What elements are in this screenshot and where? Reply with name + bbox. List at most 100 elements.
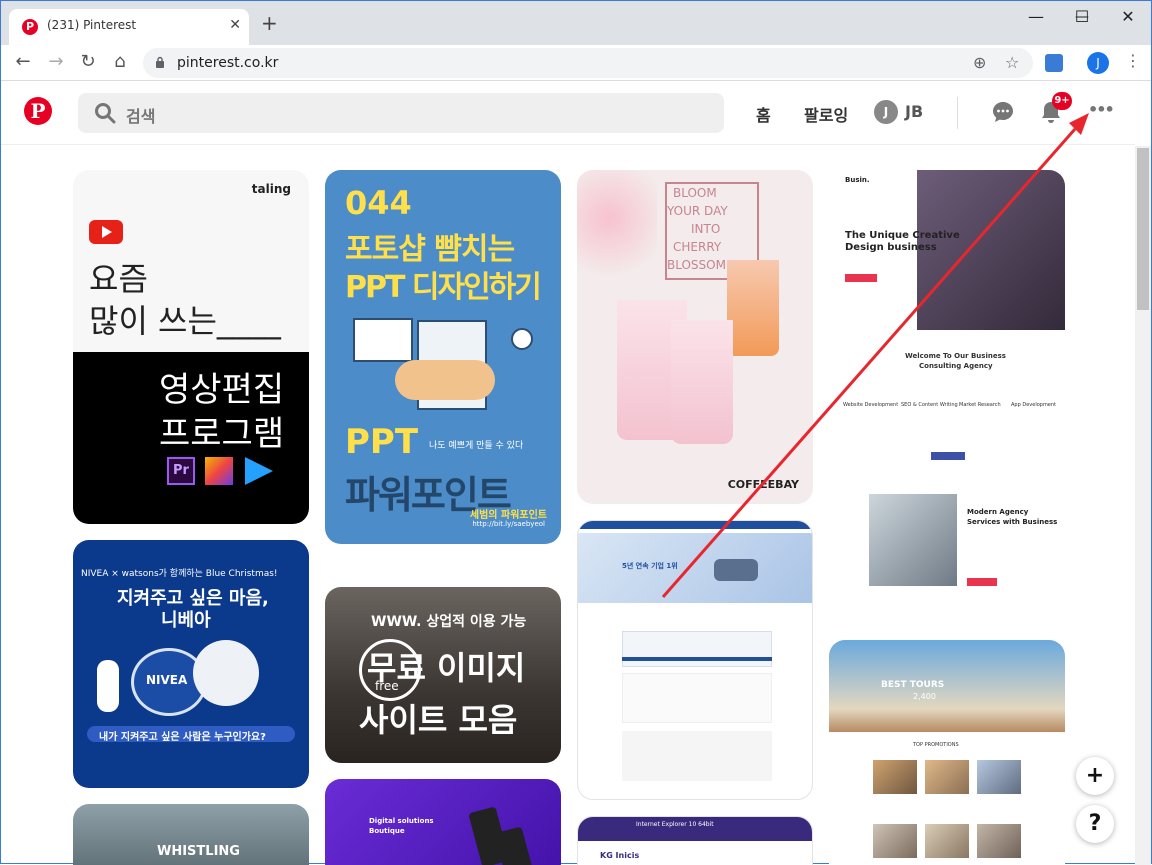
pin-headline2: Design business <box>845 242 937 253</box>
coffee-cup-illustration <box>511 328 533 350</box>
cherry-drink-illustration-2 <box>671 320 733 444</box>
blossom-decoration <box>577 170 657 290</box>
scrollbar-thumb[interactable] <box>1137 148 1149 310</box>
maximize-icon[interactable]: ☐ <box>1059 7 1105 26</box>
pin-corporate-website[interactable]: 5년 연속 기업 1위 <box>577 520 813 800</box>
home-icon[interactable]: ⌂ <box>108 51 132 72</box>
pin-video-editing[interactable]: taling 요즘 많이 쓰는____ 영상편집 프로그램 Pr <box>73 170 309 524</box>
service-1: Website Development <box>843 402 899 408</box>
discover-button <box>845 274 877 282</box>
messages-icon[interactable] <box>991 100 1015 124</box>
search-input[interactable]: 검색 <box>78 93 724 133</box>
close-window-icon[interactable]: ✕ <box>1105 7 1151 26</box>
add-pin-button[interactable]: + <box>1076 757 1114 795</box>
site-hero <box>578 533 812 603</box>
pin-brand: Busin. <box>845 176 870 184</box>
pin-top: WWW. 상업적 이용 가능 <box>371 614 527 630</box>
pin-line3: INTO <box>691 222 721 236</box>
site-divider <box>622 657 772 661</box>
snowman-illustration <box>97 660 119 712</box>
promo-photo-3 <box>977 760 1021 794</box>
pin-section: TOP PROMOTIONS <box>913 742 959 748</box>
hero-photo <box>917 170 1065 330</box>
pin-welcome2: Consulting Agency <box>919 362 993 370</box>
user-avatar[interactable]: J <box>874 100 898 124</box>
pinterest-favicon-icon: P <box>22 19 38 35</box>
pin-line1: BLOOM <box>673 186 717 200</box>
pin-footer-small: http://bit.ly/saebyeol <box>472 520 545 528</box>
pin-ppt-design[interactable]: 044 포토샵 뺨치는 PPT 디자인하기 PPT 나도 예쁘게 만들 수 있다… <box>325 170 561 544</box>
pin-price: 2,400 <box>913 692 936 701</box>
promo-photo-5 <box>925 824 969 858</box>
pin-title: Internet Explorer 10 64bit <box>636 821 714 828</box>
close-tab-icon[interactable]: ✕ <box>229 17 241 33</box>
back-arrow-icon[interactable]: ← <box>11 51 35 72</box>
service-2: SEO & Content Writing <box>901 402 958 408</box>
forward-arrow-icon[interactable]: → <box>44 51 68 72</box>
pin-title1: Digital solutions <box>369 817 434 825</box>
nivea-cream-open <box>193 640 259 706</box>
nav-home[interactable]: 홈 <box>756 102 771 126</box>
pin-footer: 세범의 파워포인트 <box>469 510 547 521</box>
pin-feed: taling 요즘 많이 쓰는____ 영상편집 프로그램 Pr 044 포토샵… <box>1 146 1135 865</box>
pin-cherry-blossom[interactable]: BLOOM YOUR DAY INTO CHERRY BLOSSOM COFFE… <box>577 170 813 504</box>
help-button[interactable]: ? <box>1076 805 1114 843</box>
phone-illustration-2 <box>494 826 536 865</box>
promo-photo-6 <box>977 824 1021 858</box>
car-illustration <box>714 559 758 581</box>
header-divider <box>957 97 958 129</box>
pin-ribbon: 내가 지켜주고 싶은 사람은 누구인가요? <box>99 732 266 743</box>
pin-nivea-christmas[interactable]: NIVEA × watsons가 함께하는 Blue Christmas! 지켜… <box>73 540 309 788</box>
profile-avatar[interactable]: J <box>1087 52 1109 74</box>
pin-number: 044 <box>345 184 412 222</box>
pin-line2: 사이트 모음 <box>359 701 518 739</box>
reload-icon[interactable]: ↻ <box>76 51 100 72</box>
pin-line1: 요즘 <box>89 260 148 298</box>
pin-travel-website[interactable]: BEST TOURS 2,400 TOP PROMOTIONS <box>829 640 1065 865</box>
nivea-label: NIVEA <box>146 673 188 687</box>
browser-window: P (231) Pinterest ✕ + — — ☐ ✕ ← → ↻ ⌂ pi… <box>0 0 1152 865</box>
pin-line5: BLOSSOM <box>667 258 726 272</box>
pin-free: free <box>375 679 399 693</box>
pin-business-website[interactable]: Busin. The Unique Creative Design busine… <box>829 170 1065 624</box>
user-name[interactable]: JB <box>905 102 923 121</box>
tab-title: (231) Pinterest <box>47 18 137 32</box>
service-4: App Development <box>1011 402 1057 408</box>
more-options-icon[interactable]: ••• <box>1088 100 1115 119</box>
pin-agency1: Modern Agency <box>967 508 1029 516</box>
address-bar[interactable]: pinterest.co.kr ⊕ ☆ <box>143 48 1033 78</box>
pin-line3: 영상편집 <box>159 370 285 410</box>
search-icon <box>95 103 116 124</box>
pin-whistling[interactable]: WHISTLING <box>73 804 309 865</box>
promo-photo-2 <box>925 760 969 794</box>
pin-digital-solutions[interactable]: Digital solutions Boutique <box>325 779 561 865</box>
pin-brand: COFFEEBAY <box>727 478 799 491</box>
pin-free-images[interactable]: WWW. 상업적 이용 가능 무료 이미지 free 사이트 모음 <box>325 587 561 763</box>
pin-sub-small: 나도 예쁘게 만들 수 있다 <box>429 441 524 451</box>
pin-kg-inicis[interactable]: Internet Explorer 10 64bit KG Inicis <box>577 816 813 865</box>
pin-headline1: The Unique Creative <box>845 230 960 241</box>
pinterest-header: P 검색 홈 팔로잉 J JB 9+ ••• <box>1 81 1135 145</box>
site-topbar <box>578 521 812 529</box>
bookmark-star-icon[interactable]: ☆ <box>1005 53 1019 72</box>
lock-icon <box>156 56 164 68</box>
pin-brand: KG Inicis <box>600 851 640 860</box>
site-footer <box>622 731 772 781</box>
iced-drink-illustration <box>727 260 779 356</box>
final-cut-icon <box>205 457 233 485</box>
notification-badge: 9+ <box>1052 92 1072 110</box>
promo-photo-1 <box>873 760 917 794</box>
office-photo <box>869 494 957 586</box>
browser-tab[interactable]: P (231) Pinterest ✕ <box>9 9 249 45</box>
add-icon[interactable]: ⊕ <box>973 53 986 72</box>
nav-following[interactable]: 팔로잉 <box>804 102 848 126</box>
new-tab-button[interactable]: + <box>261 13 278 33</box>
browser-menu-icon[interactable]: ⋮ <box>1125 51 1141 70</box>
promo-photo-4 <box>873 824 917 858</box>
extension-icon[interactable] <box>1045 54 1063 72</box>
pinterest-logo[interactable]: P <box>24 97 52 125</box>
premiere-icon: Pr <box>167 457 195 485</box>
hands-illustration <box>395 360 495 400</box>
pin-line2: YOUR DAY <box>667 204 728 218</box>
minimize-icon[interactable]: — <box>1013 7 1059 26</box>
